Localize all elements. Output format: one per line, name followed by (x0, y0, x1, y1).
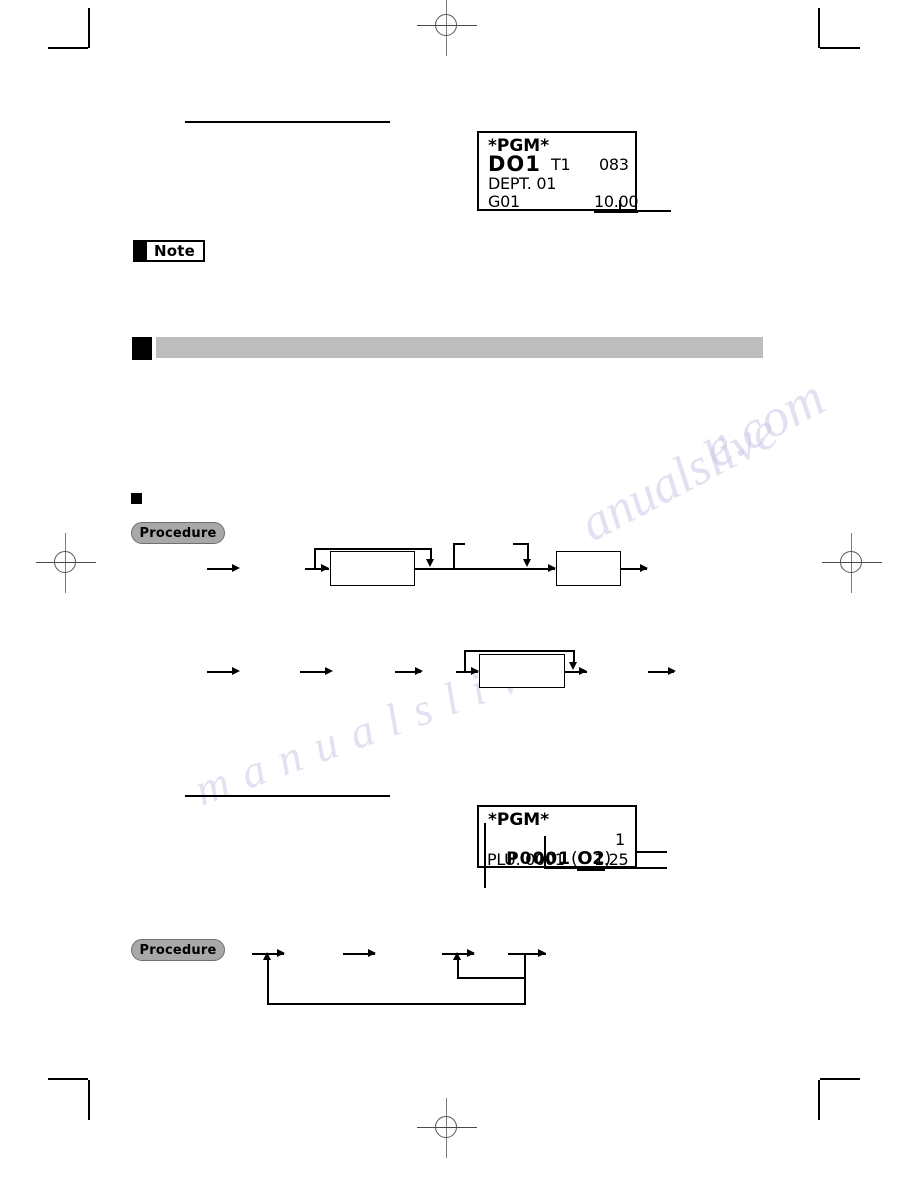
flow1-tail-arrow (640, 564, 648, 572)
flow2-loop-top (464, 650, 575, 652)
flow2-seg3-arrow (415, 667, 423, 675)
display-one-code: DO1 (488, 152, 541, 176)
flow1-lead-arrow (232, 564, 240, 572)
flow3-long-return-vertical (524, 953, 526, 1004)
crop-mark-top-left-vertical (88, 8, 90, 48)
flow2-box (479, 654, 565, 688)
note-badge: Note (133, 240, 206, 262)
display-two-leader-mode-horizontal (544, 867, 667, 869)
flow1-lead-line (207, 568, 233, 570)
display-one-right: 083 (599, 155, 629, 174)
display-panel-two: *PGM* P0001(O2) 1 PLU. 0001 1.25 (477, 805, 637, 871)
registration-mark-left-middle (36, 533, 96, 593)
note-badge-label: Note (154, 242, 196, 260)
display-two-title: *PGM* (488, 810, 550, 830)
flow3-long-return-horizontal (267, 1003, 526, 1005)
flow2-seg2-arrow (325, 667, 333, 675)
registration-mark-top-center (417, 0, 477, 56)
flow2-seg1-arrow (232, 667, 240, 675)
display-two-qty: 1 (615, 830, 625, 849)
flow2-seg1-line (207, 671, 233, 673)
watermark-domain: e.com (693, 366, 835, 480)
rule-above-display-two (185, 795, 390, 797)
note-badge-tab (135, 242, 147, 260)
registration-mark-bottom-center (417, 1098, 477, 1158)
crop-mark-bottom-right-vertical (818, 1080, 820, 1120)
procedure-label-first-text: Procedure (139, 525, 217, 541)
flow1-loop-arrow (426, 559, 434, 567)
display-two-leader-plu-vertical (484, 823, 486, 888)
procedure-label-second-text: Procedure (139, 942, 217, 958)
flow1-box-first (330, 551, 415, 586)
flow1-branch-stub-b-vertical (527, 543, 529, 560)
flow1-loop-top (314, 548, 432, 550)
crop-mark-top-left-horizontal (48, 47, 88, 49)
crop-mark-bottom-left-vertical (88, 1080, 90, 1120)
flow3-seg1-arrow (277, 949, 285, 957)
rule-above-display-one (185, 121, 390, 123)
flow2-loop-arrow (569, 662, 577, 670)
flow2-entry-arrow (471, 667, 479, 675)
flow3-seg1-return-vertical (267, 958, 269, 1004)
display-one-dept: DEPT. 01 (488, 174, 557, 193)
flow3-seg3-return-horizontal (457, 977, 525, 979)
flow1-spine-arrow (548, 564, 556, 572)
procedure-label-first: Procedure (131, 522, 225, 544)
flow1-branch-stub-a-horizontal (453, 543, 465, 545)
crop-mark-bottom-right-horizontal (820, 1078, 860, 1080)
flow1-branch-stub-b-horizontal (513, 543, 528, 545)
flow1-entry-arrow (321, 564, 329, 572)
flow3-seg3-return-vertical (457, 958, 459, 978)
subsection-bullet (131, 493, 142, 504)
crop-mark-top-right-vertical (818, 8, 820, 48)
flow1-box-second (556, 551, 621, 586)
display-one-group: G01 (488, 192, 520, 211)
flow2-exit-arrow (579, 667, 587, 675)
display-two-leader-mode-vertical (544, 836, 546, 868)
flow1-spine (415, 568, 555, 570)
display-panel-one: *PGM* DO1 T1 083 DEPT. 01 G01 10.00 (477, 131, 639, 213)
flow1-branch-stub-b-arrow (523, 559, 531, 567)
watermark-brand: anualslive (571, 402, 787, 553)
procedure-label-second: Procedure (131, 939, 225, 961)
registration-mark-right-middle (822, 533, 882, 593)
flow1-loop-left (314, 548, 316, 569)
section-heading-bar (156, 337, 763, 358)
flow3-seg4-arrow (538, 949, 546, 957)
flow3-seg2-arrow (368, 949, 376, 957)
flow2-tail-arrow (668, 667, 676, 675)
flow2-loop-left (464, 650, 466, 672)
display-one-mid: T1 (551, 155, 571, 174)
flow1-branch-stub-a-vertical (453, 543, 455, 569)
section-marker-square (132, 337, 152, 360)
crop-mark-bottom-left-horizontal (48, 1078, 88, 1080)
display-two-leader-price-horizontal (637, 851, 667, 853)
section-heading-title (156, 337, 763, 341)
crop-mark-top-right-horizontal (820, 47, 860, 49)
flow2-seg2-line (300, 671, 326, 673)
flow3-seg3-arrow (467, 949, 475, 957)
display-one-leader-horizontal (619, 210, 671, 212)
